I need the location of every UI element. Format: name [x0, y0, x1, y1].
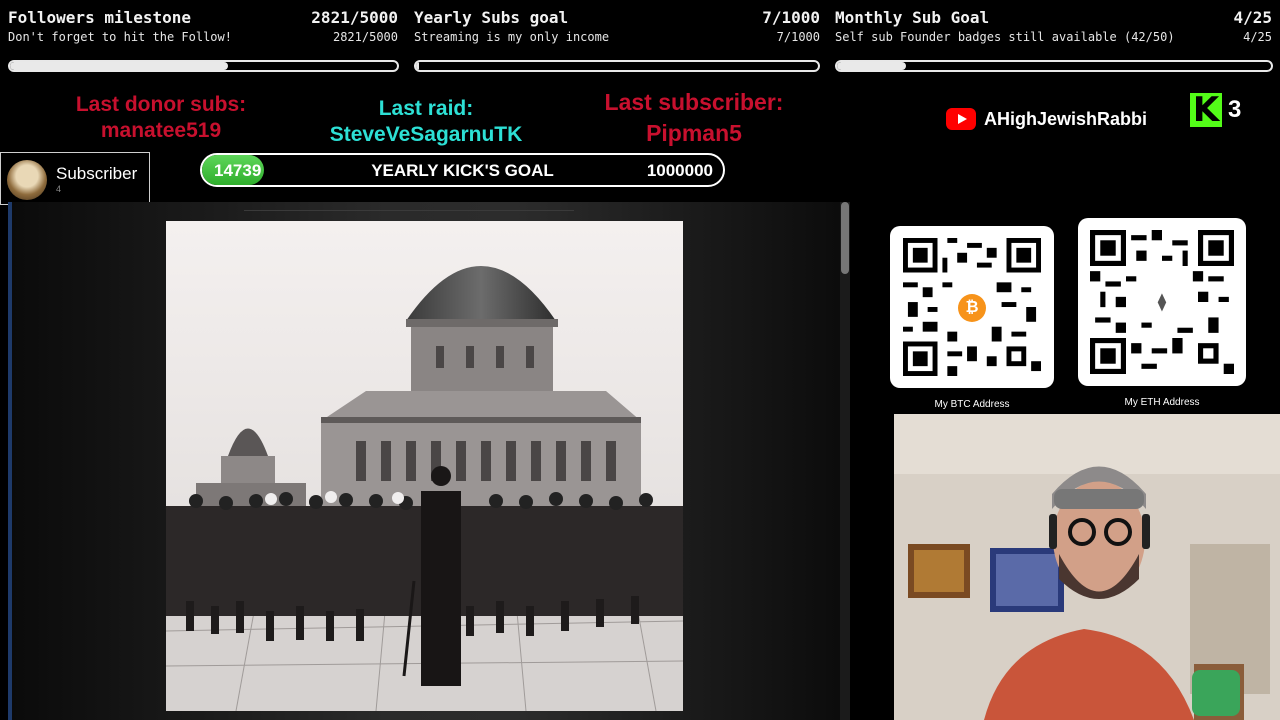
goal-count: 4/25	[1233, 8, 1272, 27]
goal-subcount: 2821/5000	[332, 30, 398, 44]
last-donor-label: Last donor subs:	[75, 93, 247, 116]
goal-count: 7/1000	[762, 8, 820, 27]
goal-progress-fill	[416, 62, 419, 70]
goal-progress-bar	[8, 60, 399, 72]
ethereum-icon: ⧫	[1148, 288, 1176, 316]
eth-qr-code: ⧫	[1078, 218, 1246, 386]
goal-progress-bar	[835, 60, 1273, 72]
goal-subcount: 4/25	[1243, 30, 1272, 44]
bitcoin-icon: ₿	[958, 294, 986, 322]
goal-title: Monthly Sub Goal	[835, 8, 990, 27]
last-donor-name: manatee519	[100, 119, 222, 142]
goal-title: Yearly Subs goal	[414, 8, 569, 27]
goal-progress-bar	[414, 60, 820, 72]
youtube-channel: AHighJewishRabbi	[946, 108, 1147, 130]
last-donor-subs: Last donor subs: manatee519	[40, 92, 282, 144]
monthly-sub-goal-panel: Monthly Sub Goal 4/25 Self sub Founder b…	[830, 0, 1280, 82]
eth-address-label: My ETH Address	[1124, 397, 1200, 408]
photo-illustration	[166, 221, 683, 711]
last-raid-name: SteveVeSagarnuTK	[329, 123, 523, 146]
kick-viewer-count: K 3	[1190, 93, 1241, 127]
btc-qr-code: ₿	[890, 226, 1054, 388]
goal-subcount: 7/1000	[776, 30, 820, 44]
goal-progress-fill	[10, 62, 229, 70]
kick-goal-title: YEARLY KICK'S GOAL	[371, 161, 554, 180]
kick-count: 3	[1228, 96, 1242, 123]
yearly-subs-goal-panel: Yearly Subs goal 7/1000 Streaming is my …	[408, 0, 828, 82]
last-subscriber-label: Last subscriber:	[604, 89, 784, 115]
viewer-left-edge	[8, 202, 12, 720]
last-subscriber: Last subscriber: Pipman5	[580, 87, 808, 149]
historic-photo	[166, 221, 683, 711]
last-subscriber-name: Pipman5	[646, 120, 742, 146]
kick-icon: K	[1190, 93, 1222, 127]
viewer-scrollbar[interactable]	[840, 202, 850, 720]
goal-title: Followers milestone	[8, 8, 192, 27]
subscriber-label: Subscriber	[56, 164, 138, 183]
btc-address-label: My BTC Address	[934, 399, 1010, 410]
goal-count: 2821/5000	[311, 8, 398, 27]
kick-yearly-goal-bar: 14739 YEARLY KICK'S GOAL 1000000	[200, 153, 725, 187]
goal-progress-fill	[837, 62, 907, 70]
youtube-icon	[946, 108, 976, 130]
last-raid-label: Last raid:	[378, 97, 474, 120]
subscriber-count: 4	[56, 184, 62, 194]
kick-goal-target: 1000000	[646, 161, 713, 180]
subscriber-card: Subscriber 4	[0, 152, 150, 205]
webcam-illustration	[894, 414, 1280, 720]
viewer-toolbar-ghost	[244, 202, 574, 211]
goal-subtitle: Don't forget to hit the Follow!	[8, 30, 232, 44]
followers-goal-panel: Followers milestone 2821/5000 Don't forg…	[0, 0, 406, 82]
goal-subtitle: Streaming is my only income	[414, 30, 610, 44]
avatar	[7, 160, 47, 200]
last-raid: Last raid: SteveVeSagarnuTK	[300, 96, 552, 148]
main-content-viewer	[8, 202, 850, 720]
goal-subtitle: Self sub Founder badges still available …	[835, 30, 1175, 44]
youtube-channel-name: AHighJewishRabbi	[984, 108, 1148, 129]
scrollbar-thumb[interactable]	[841, 202, 849, 274]
webcam-feed	[894, 414, 1280, 720]
